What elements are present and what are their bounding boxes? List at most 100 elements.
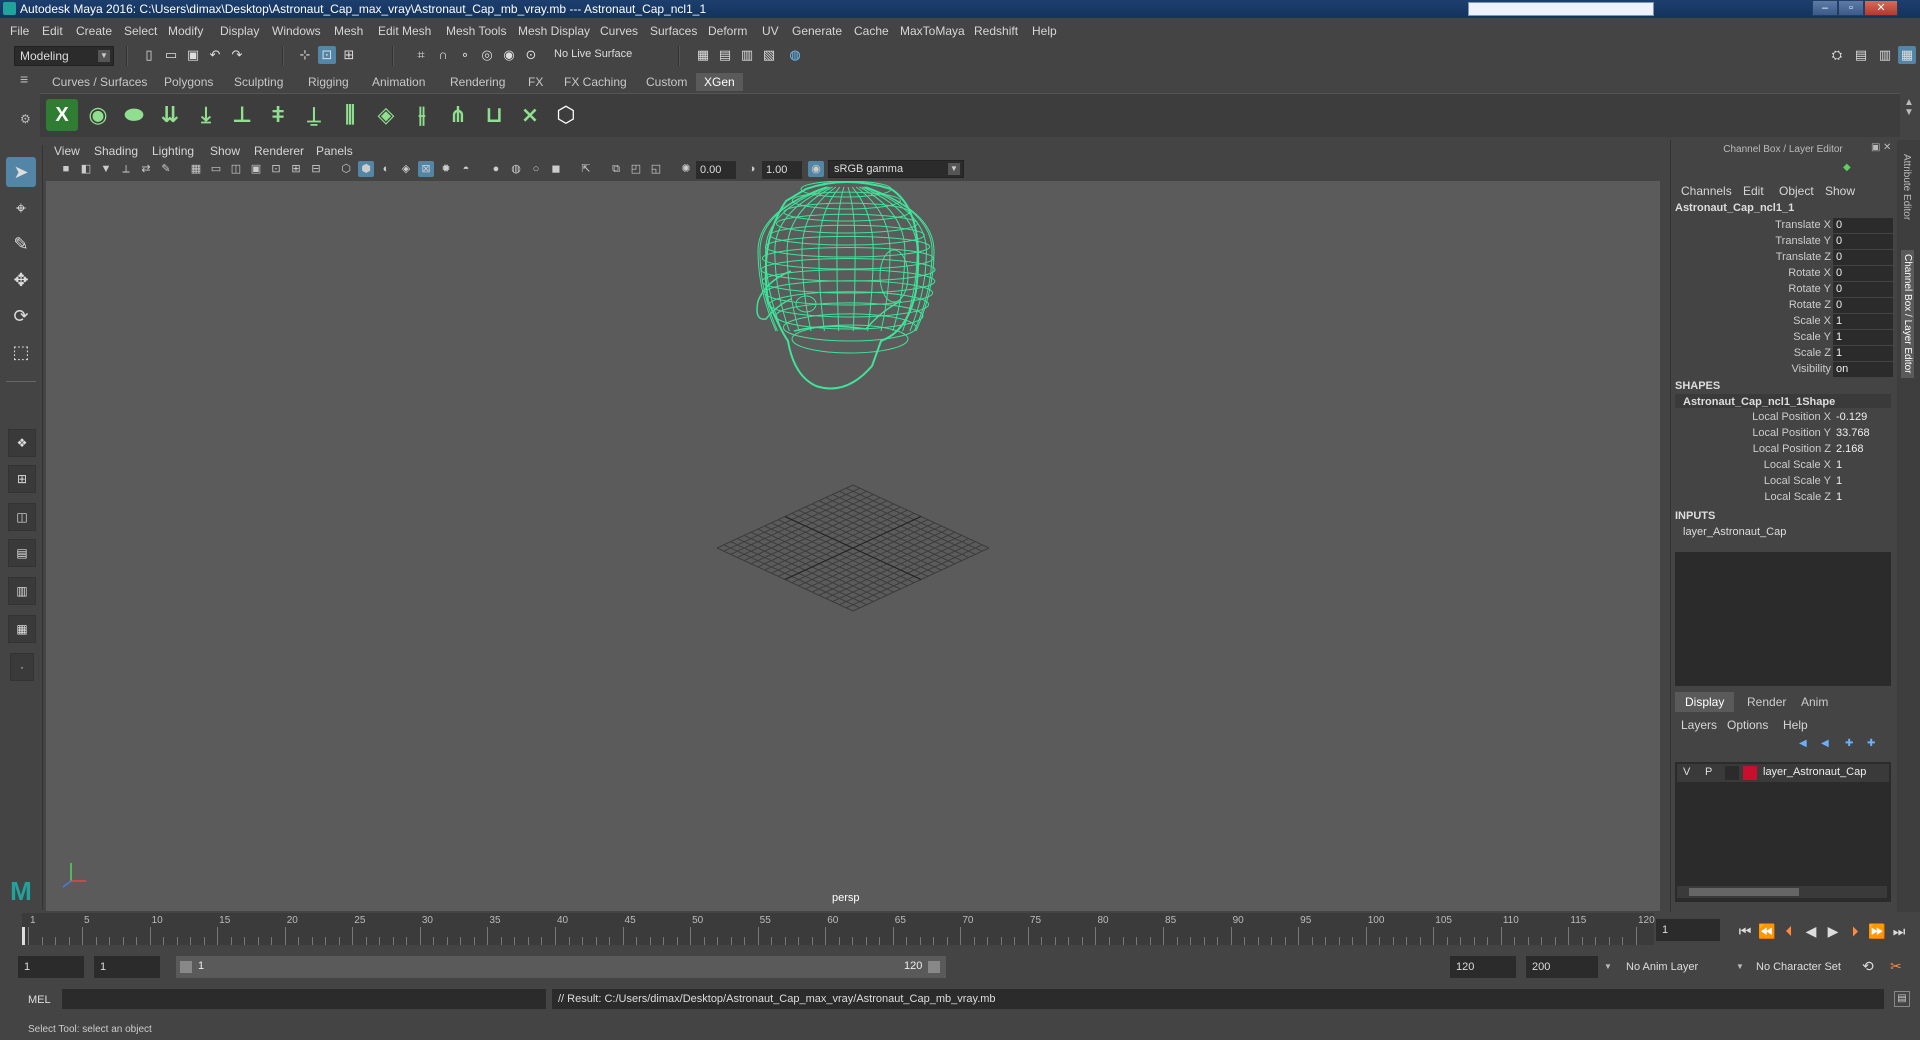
menu-create[interactable]: Create: [76, 24, 112, 38]
gamma-icon[interactable]: ◑: [744, 161, 760, 177]
color-management-icon[interactable]: ◉: [808, 161, 824, 177]
render-current-icon[interactable]: ▤: [716, 46, 734, 64]
isolate-select-icon[interactable]: ⇱: [578, 161, 594, 177]
attribute-value-field[interactable]: 1: [1833, 346, 1893, 361]
attribute-value-field[interactable]: 1: [1833, 490, 1893, 505]
grease-pencil-icon[interactable]: ✎: [158, 161, 174, 177]
menu-help[interactable]: Help: [1032, 24, 1057, 38]
menu-edit[interactable]: Edit: [42, 24, 63, 38]
script-language-toggle[interactable]: MEL: [28, 994, 51, 1006]
textured-icon[interactable]: ◈: [398, 161, 414, 177]
gate-mask-icon[interactable]: ▣: [248, 161, 264, 177]
menu-generate[interactable]: Generate: [792, 24, 842, 38]
menu-display[interactable]: Display: [220, 24, 259, 38]
snap-point-icon[interactable]: ∘: [456, 46, 474, 64]
menu-set-dropdown[interactable]: Modeling ▼: [14, 46, 114, 66]
chevron-down-icon[interactable]: ▼: [1604, 962, 1612, 971]
attribute-value-field[interactable]: 1: [1833, 474, 1893, 489]
menu-mesh-display[interactable]: Mesh Display: [518, 24, 590, 38]
command-input[interactable]: [62, 989, 546, 1009]
layer-display-type[interactable]: [1725, 766, 1739, 780]
snap-grid-icon[interactable]: ⌗: [412, 46, 430, 64]
attribute-value-field[interactable]: 1: [1833, 458, 1893, 473]
field-chart-icon[interactable]: ⊡: [268, 161, 284, 177]
character-set-dropdown[interactable]: No Character Set: [1756, 961, 1841, 973]
menu-select[interactable]: Select: [124, 24, 157, 38]
chevron-down-icon[interactable]: ▼: [1736, 962, 1744, 971]
hypershade-layout-icon[interactable]: ▦: [8, 615, 36, 643]
place-guide-icon[interactable]: ⊥: [226, 99, 258, 131]
animation-end-field[interactable]: 200: [1526, 956, 1598, 978]
menu-file[interactable]: File: [10, 24, 29, 38]
attribute-value-field[interactable]: 0: [1833, 298, 1893, 313]
workspace-icon[interactable]: ⛭: [1828, 46, 1846, 64]
object-name[interactable]: Astronaut_Cap_ncl1_1: [1675, 202, 1794, 214]
resolution-gate-icon[interactable]: ◫: [228, 161, 244, 177]
move-tool-icon[interactable]: ✥: [6, 265, 36, 295]
image-plane-icon[interactable]: ⟂: [118, 161, 134, 177]
film-gate-icon[interactable]: ▭: [208, 161, 224, 177]
animation-start-field[interactable]: 1: [18, 956, 84, 978]
layer-row[interactable]: V P layer_Astronaut_Cap: [1677, 764, 1889, 782]
ipr-render-icon[interactable]: ▥: [738, 46, 756, 64]
layer-guide-icon[interactable]: ◈: [370, 99, 402, 131]
depth-of-field-icon[interactable]: ◼: [548, 161, 564, 177]
time-slider[interactable]: 1 5 10 15 20 25 30 35 40 45 50 55 60 65 70 75 80 85 90 95 10…: [22, 913, 1655, 945]
gamma-field[interactable]: 1.00: [762, 161, 802, 179]
wireframe-on-shaded-icon[interactable]: ◐: [378, 161, 394, 177]
undo-icon[interactable]: ↶: [206, 46, 224, 64]
range-start-handle[interactable]: [180, 961, 192, 973]
cb-menu-show[interactable]: Show: [1825, 184, 1855, 198]
single-perspective-layout-icon[interactable]: ❖: [8, 429, 36, 457]
menu-maxtomaya[interactable]: MaxToMaya: [900, 24, 965, 38]
exposure-icon[interactable]: ✺: [678, 161, 694, 177]
camera-icon[interactable]: ■: [58, 161, 74, 177]
layer-menu-help[interactable]: Help: [1783, 718, 1808, 732]
panel-menu-panels[interactable]: Panels: [316, 144, 353, 158]
more-layouts-icon[interactable]: ·: [10, 653, 34, 681]
current-time-marker[interactable]: [22, 927, 25, 945]
snap-view-icon[interactable]: ◎: [478, 46, 496, 64]
safe-action-icon[interactable]: ⊞: [288, 161, 304, 177]
layer-name[interactable]: layer_Astronaut_Cap: [1763, 766, 1866, 778]
layer-color-swatch[interactable]: [1743, 766, 1757, 780]
snap-surface-icon[interactable]: ◉: [500, 46, 518, 64]
ambient-occlusion-icon[interactable]: ●: [488, 161, 504, 177]
select-tool-icon[interactable]: ➤: [6, 157, 36, 187]
current-frame-field[interactable]: 1: [1656, 919, 1720, 941]
modeling-toolkit-icon[interactable]: ▤: [1852, 46, 1870, 64]
perspective-viewport[interactable]: persp: [46, 181, 1660, 911]
render-view-icon[interactable]: ▦: [694, 46, 712, 64]
attribute-value-field[interactable]: 0: [1833, 218, 1893, 233]
attribute-editor-toggle-icon[interactable]: ▥: [1876, 46, 1894, 64]
smooth-shade-icon[interactable]: ⬢: [358, 161, 374, 177]
menu-uv[interactable]: UV: [762, 24, 779, 38]
side-by-side-layout-icon[interactable]: ◫: [8, 503, 36, 531]
attribute-value-field[interactable]: 1: [1833, 314, 1893, 329]
playback-start-field[interactable]: 1: [94, 956, 160, 978]
xgen-preview-icon[interactable]: ◉: [82, 99, 114, 131]
sculpt-guide-icon[interactable]: ǂ: [262, 99, 294, 131]
snap-curve-icon[interactable]: ∩: [434, 46, 452, 64]
four-view-layout-icon[interactable]: ⊞: [8, 465, 36, 493]
use-lights-icon[interactable]: ✹: [438, 161, 454, 177]
auto-key-icon[interactable]: ⟲: [1862, 958, 1874, 975]
delete-guide-icon[interactable]: ⨯: [514, 99, 546, 131]
tab-animation[interactable]: Animation: [364, 73, 433, 91]
play-backwards-icon[interactable]: ◀: [1802, 923, 1820, 939]
cb-menu-edit[interactable]: Edit: [1743, 184, 1764, 198]
step-forward-frame-icon[interactable]: ⏵: [1846, 923, 1864, 939]
range-end-handle[interactable]: [928, 961, 940, 973]
view-transform-dropdown[interactable]: sRGB gamma ▼: [828, 160, 964, 178]
new-scene-icon[interactable]: ▯: [140, 46, 158, 64]
xgen-description-icon[interactable]: ⬬: [118, 99, 150, 131]
bookmark-icon[interactable]: ▼: [98, 161, 114, 177]
camera-attr-icon[interactable]: ◧: [78, 161, 94, 177]
tab-xgen[interactable]: XGen: [696, 73, 743, 91]
layer-tab-anim[interactable]: Anim: [1791, 692, 1838, 712]
live-surface-label[interactable]: No Live Surface: [554, 48, 632, 60]
attribute-value-field[interactable]: 33.768: [1833, 426, 1893, 441]
new-layer-icon[interactable]: ✚: [1845, 738, 1853, 749]
panel-menu-lighting[interactable]: Lighting: [152, 144, 194, 158]
grid-toggle-icon[interactable]: ▦: [188, 161, 204, 177]
